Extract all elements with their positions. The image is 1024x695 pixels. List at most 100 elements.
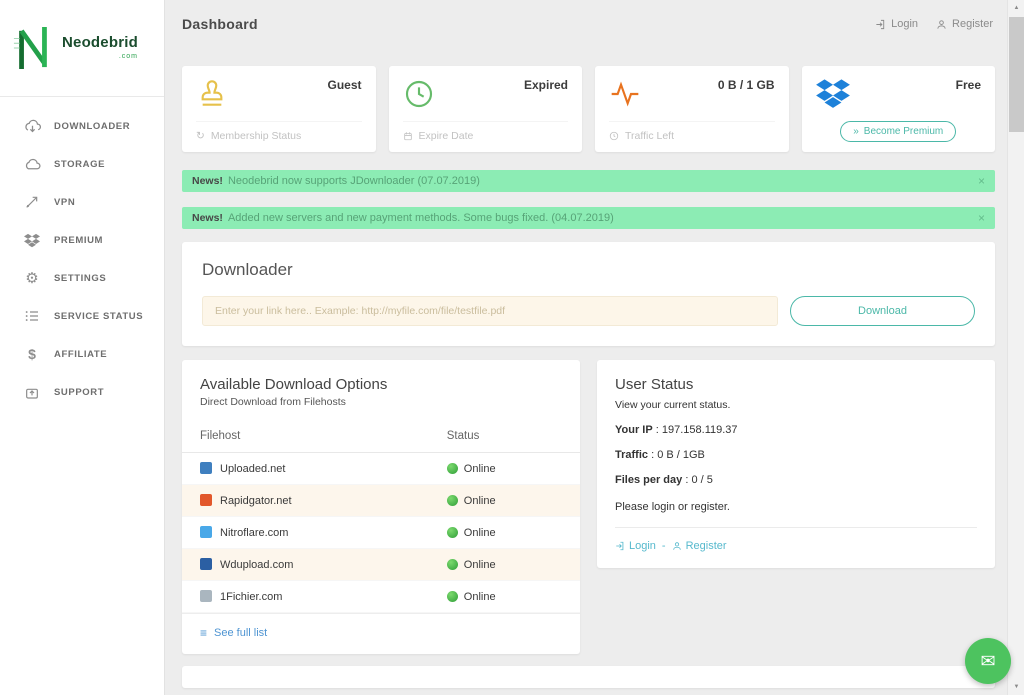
status-badge: Online [464, 591, 496, 603]
online-status-icon [447, 527, 458, 538]
topbar: Dashboard Login Register [165, 0, 1007, 48]
sidebar-item-service-status[interactable]: SERVICE STATUS [0, 297, 164, 335]
scrollbar[interactable]: ▲ ▼ [1007, 0, 1024, 695]
scrollbar-thumb[interactable] [1009, 17, 1024, 132]
news-text: Neodebrid now supports JDownloader (07.0… [228, 175, 480, 187]
online-status-icon [447, 559, 458, 570]
sidebar-item-label: SERVICE STATUS [54, 311, 143, 322]
files-value: 0 / 5 [691, 474, 712, 486]
sidebar-item-label: AFFILIATE [54, 349, 107, 360]
page-title: Dashboard [182, 16, 258, 32]
chevrons-icon: » [853, 126, 859, 137]
news-prefix: News! [192, 175, 223, 187]
support-box-icon [22, 384, 42, 400]
envelope-icon: ✉ [980, 651, 995, 672]
stats-row: Guest ↻ Membership Status Expired [182, 66, 995, 152]
status-badge: Online [464, 463, 496, 475]
sidebar-item-label: SETTINGS [54, 273, 106, 284]
clock-icon [403, 78, 435, 110]
expire-date-card: Expired Expire Date [389, 66, 583, 152]
sidebar-item-vpn[interactable]: VPN [0, 183, 164, 221]
divider [615, 527, 977, 528]
sidebar: Neodebrid .com DOWNLOADER STORAGE VPN [0, 0, 165, 695]
person-icon [672, 541, 682, 551]
sidebar-item-downloader[interactable]: DOWNLOADER [0, 107, 164, 145]
link-input[interactable] [202, 296, 778, 326]
stat-label: Membership Status [211, 130, 301, 142]
sidebar-item-label: STORAGE [54, 159, 105, 170]
sidebar-item-premium[interactable]: PREMIUM [0, 221, 164, 259]
content: Guest ↻ Membership Status Expired [165, 66, 1007, 688]
see-full-list-link[interactable]: ≡ See full list [182, 613, 580, 640]
filehost-table: Filehost Status Uploaded.net Online Rapi… [182, 422, 580, 613]
close-icon[interactable]: × [978, 175, 985, 187]
news-prefix: News! [192, 212, 223, 224]
close-icon[interactable]: × [978, 212, 985, 224]
status-badge: Online [464, 527, 496, 539]
online-status-icon [447, 463, 458, 474]
ip-value: 197.158.119.37 [662, 424, 738, 436]
stat-value: Free [956, 78, 981, 92]
next-panel-sliver [182, 666, 995, 688]
filehost-favicon [200, 462, 212, 474]
download-options-title: Available Download Options [200, 376, 562, 393]
brand-tld: .com [119, 53, 138, 61]
premium-card: Free » Become Premium [802, 66, 996, 152]
stat-value: Guest [327, 78, 361, 92]
refresh-icon: ↻ [196, 130, 205, 142]
sidebar-item-label: SUPPORT [54, 387, 104, 398]
column-header-filehost: Filehost [182, 422, 429, 453]
status-badge: Online [464, 495, 496, 507]
stat-label: Traffic Left [625, 130, 674, 142]
news-banner: News! Neodebrid now supports JDownloader … [182, 170, 995, 192]
user-status-title: User Status [615, 376, 977, 393]
brand-logo[interactable]: Neodebrid .com [0, 0, 164, 96]
membership-status-card: Guest ↻ Membership Status [182, 66, 376, 152]
download-button[interactable]: Download [790, 296, 975, 326]
sidebar-item-affiliate[interactable]: $ AFFILIATE [0, 335, 164, 373]
become-premium-button[interactable]: » Become Premium [840, 121, 956, 142]
scroll-down-icon[interactable]: ▼ [1008, 679, 1024, 695]
register-link[interactable]: Register [936, 18, 993, 30]
stamp-icon [196, 78, 228, 110]
neodebrid-logo-icon [12, 25, 54, 71]
links-separator: - [662, 540, 666, 552]
news-banner: News! Added new servers and new payment m… [182, 207, 995, 229]
downloader-title: Downloader [202, 260, 975, 280]
traffic-field: Traffic : 0 B / 1GB [615, 449, 977, 461]
vpn-icon [22, 194, 42, 210]
column-header-status: Status [429, 422, 580, 453]
cloud-download-icon [22, 118, 42, 135]
list-icon [22, 308, 42, 324]
dollar-icon: $ [22, 347, 42, 361]
main-area: Dashboard Login Register [165, 0, 1007, 695]
sidebar-item-storage[interactable]: STORAGE [0, 145, 164, 183]
sidebar-item-support[interactable]: SUPPORT [0, 373, 164, 411]
filehost-favicon [200, 526, 212, 538]
status-badge: Online [464, 559, 496, 571]
news-text: Added new servers and new payment method… [228, 212, 614, 224]
person-icon [936, 19, 947, 30]
stat-value: Expired [524, 78, 568, 92]
cloud-icon [22, 156, 42, 173]
login-link[interactable]: Login [615, 540, 656, 552]
download-options-card: Available Download Options Direct Downlo… [182, 360, 580, 654]
sidebar-menu: DOWNLOADER STORAGE VPN PREMIUM ⚙ SETTING… [0, 97, 164, 411]
download-options-subtitle: Direct Download from Filehosts [200, 396, 562, 408]
list-icon: ≡ [200, 626, 207, 640]
scroll-up-icon[interactable]: ▲ [1008, 0, 1024, 16]
filehost-favicon [200, 494, 212, 506]
traffic-value: 0 B / 1GB [657, 449, 705, 461]
sidebar-item-label: VPN [54, 197, 75, 208]
clock-small-icon [609, 131, 619, 141]
calendar-icon [403, 131, 413, 141]
ip-field: Your IP : 197.158.119.37 [615, 424, 977, 436]
pulse-icon [609, 78, 641, 110]
sidebar-item-settings[interactable]: ⚙ SETTINGS [0, 259, 164, 297]
login-link[interactable]: Login [875, 18, 918, 30]
register-link[interactable]: Register [672, 540, 727, 552]
downloader-panel: Downloader Download [182, 242, 995, 346]
chat-widget-button[interactable]: ✉ [965, 638, 1011, 684]
sidebar-item-label: DOWNLOADER [54, 121, 130, 132]
user-status-subtitle: View your current status. [615, 399, 977, 411]
